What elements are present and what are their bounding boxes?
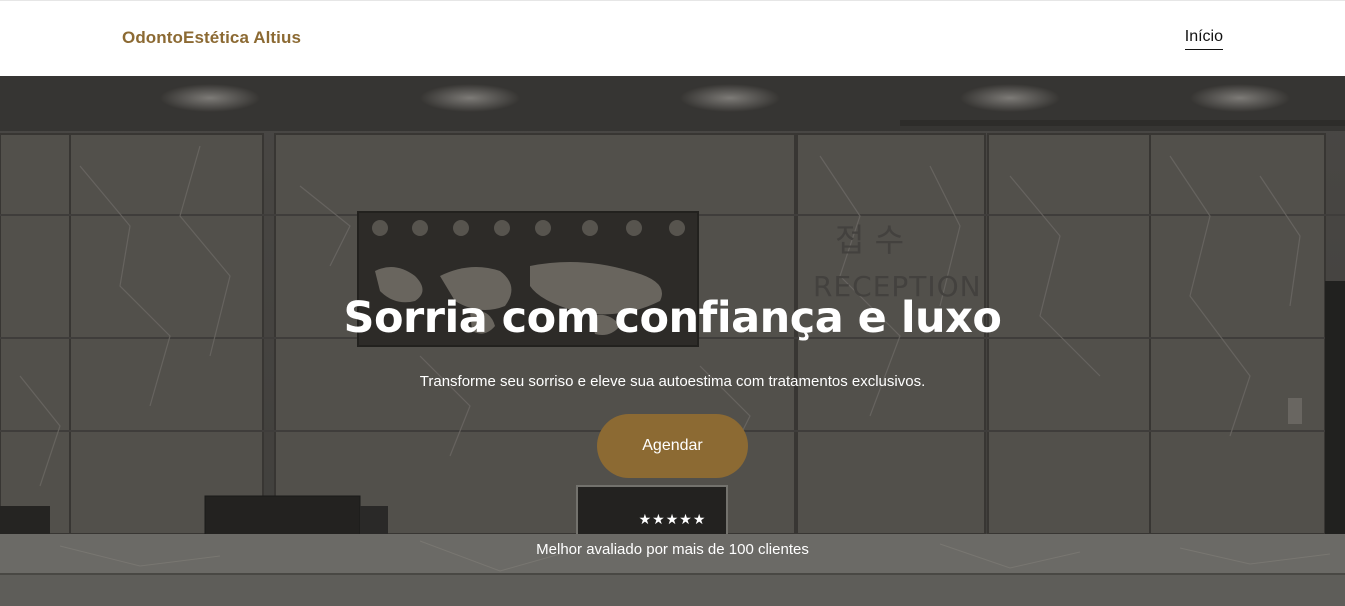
brand-logo-text[interactable]: OdontoEstética Altius — [122, 28, 301, 48]
schedule-button[interactable]: Agendar — [597, 414, 748, 478]
nav-link-inicio[interactable]: Início — [1184, 28, 1223, 50]
hero-content: Sorria com confiança e luxo Transforme s… — [0, 76, 1345, 606]
hero-section: 접 수 RECEPTION Sorria com confiança e lux… — [0, 76, 1345, 606]
hero-subtitle: Transforme seu sorriso e eleve sua autoe… — [419, 373, 926, 390]
rating-text: Melhor avaliado por mais de 100 clientes — [536, 541, 809, 558]
rating-stars-icon: ★★★★★ — [638, 512, 707, 528]
hero-title: Sorria com confiança e luxo — [343, 293, 1002, 343]
site-header: OdontoEstética Altius Início — [0, 0, 1345, 76]
